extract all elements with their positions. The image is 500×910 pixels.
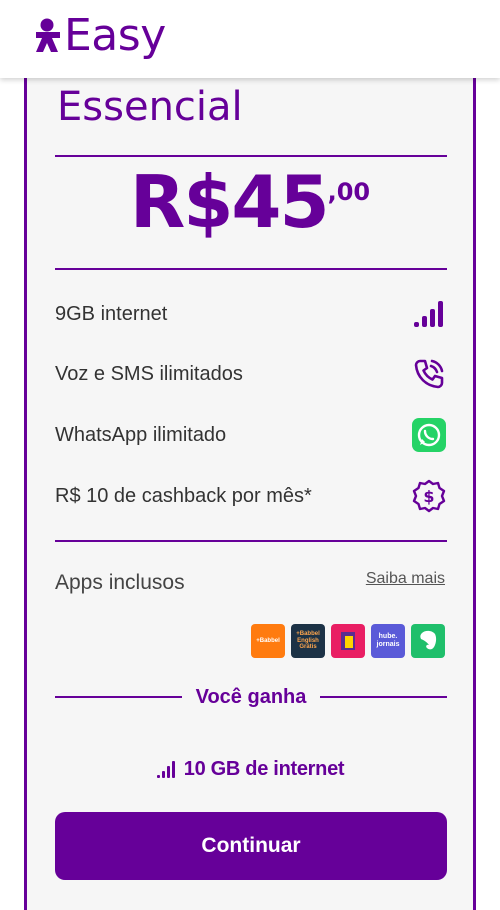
divider: [55, 155, 447, 157]
logo-text: Easy: [64, 10, 166, 61]
benefit-voz-sms: Voz e SMS ilimitados: [55, 354, 447, 394]
app-j-icon[interactable]: [331, 624, 365, 658]
plan-card: Essencial R$45 ,00 9GB internet Voz e SM…: [24, 70, 476, 910]
voce-ganha-section: Você ganha: [55, 682, 447, 712]
app-evernote-icon[interactable]: [411, 624, 445, 658]
app-label: +Babbel: [256, 637, 280, 644]
app-hube-jornais-icon[interactable]: hube. jornais: [371, 624, 405, 658]
divider: [320, 696, 447, 698]
signal-bars-icon: [411, 296, 447, 332]
apps-inclusos-label: Apps inclusos: [55, 571, 185, 594]
price-cents: ,00: [327, 178, 371, 206]
apps-list: +Babbel +Babbel English Grátis hube. jor…: [251, 624, 445, 658]
benefit-internet: 9GB internet: [55, 294, 447, 334]
dollar-badge-icon: $: [411, 478, 447, 514]
benefit-label: WhatsApp ilimitado: [55, 423, 227, 446]
bonus-internet: 10 GB de internet: [27, 758, 473, 781]
benefit-cashback: R$ 10 de cashback por mês* $: [55, 476, 447, 516]
svg-text:$: $: [423, 487, 434, 506]
plan-price: R$45 ,00: [27, 166, 473, 238]
voce-ganha-heading: Você ganha: [195, 685, 307, 708]
divider: [55, 696, 182, 698]
benefit-whatsapp: WhatsApp ilimitado: [55, 415, 447, 455]
benefit-label: Voz e SMS ilimitados: [55, 362, 243, 385]
divider: [55, 268, 447, 270]
app-label: +Babbel English Grátis: [296, 631, 320, 651]
app-babbel-english-icon[interactable]: +Babbel English Grátis: [291, 624, 325, 658]
whatsapp-icon: [411, 417, 447, 453]
benefit-label: R$ 10 de cashback por mês*: [55, 484, 312, 507]
plan-name: Essencial: [57, 84, 243, 130]
benefit-label: 9GB internet: [55, 302, 168, 325]
price-main: R$45: [129, 160, 330, 244]
bonus-text: 10 GB de internet: [183, 758, 345, 780]
phone-call-icon: [411, 356, 447, 392]
app-header: Easy: [0, 0, 500, 78]
signal-bars-icon: [156, 760, 175, 778]
divider: [55, 540, 447, 542]
easy-logo[interactable]: Easy: [34, 10, 166, 61]
continuar-label: Continuar: [201, 834, 301, 857]
easy-person-icon: [36, 18, 60, 52]
saiba-mais-link[interactable]: Saiba mais: [366, 570, 445, 588]
app-label: hube. jornais: [376, 633, 400, 648]
app-babbel-icon[interactable]: +Babbel: [251, 624, 285, 658]
continuar-button[interactable]: Continuar: [55, 812, 447, 880]
